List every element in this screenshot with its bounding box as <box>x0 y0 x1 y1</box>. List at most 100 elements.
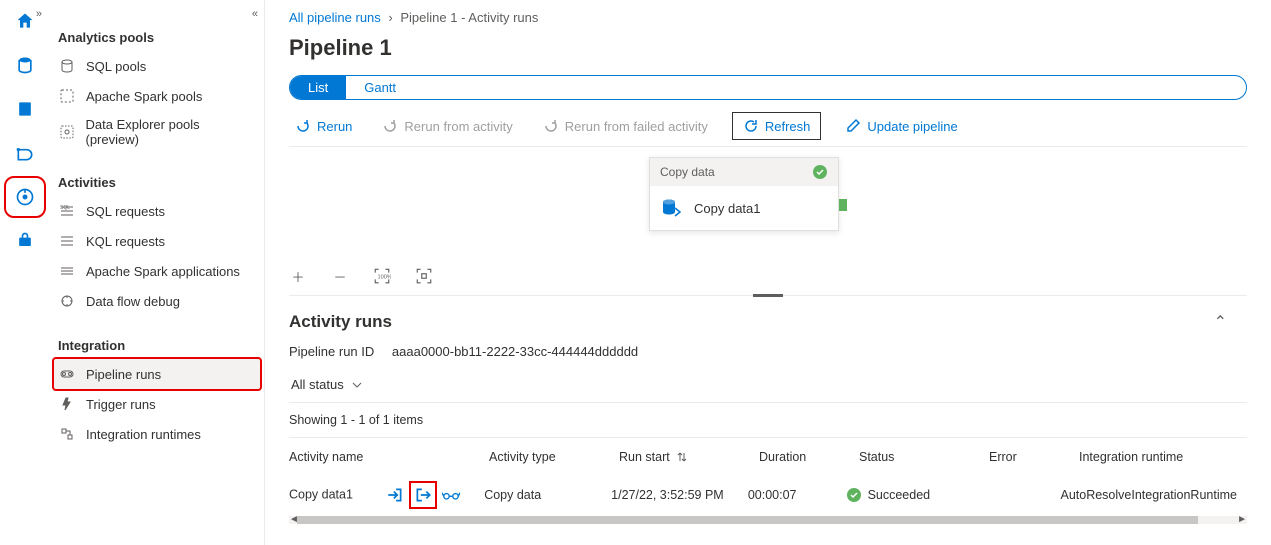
sidebar-item-label: SQL requests <box>86 204 165 219</box>
sidebar-header-analytics: Analytics pools <box>54 26 260 51</box>
data-explorer-icon <box>58 123 76 141</box>
rail-develop-icon[interactable] <box>12 96 38 122</box>
rail-home-icon[interactable] <box>12 8 38 34</box>
col-integration-runtime[interactable]: Integration runtime <box>1079 450 1247 464</box>
rail-data-icon[interactable] <box>12 52 38 78</box>
sidebar-item-label: Trigger runs <box>86 397 156 412</box>
zoom-reset-icon[interactable]: 100% <box>373 267 391 285</box>
popup-title: Copy data <box>660 165 715 179</box>
svg-text:SQL: SQL <box>60 205 70 211</box>
activity-popup[interactable]: Copy data Copy data1 <box>649 157 839 231</box>
breadcrumb-root[interactable]: All pipeline runs <box>289 10 381 25</box>
rail-manage-icon[interactable] <box>12 228 38 254</box>
canvas-controls: ＋ － 100% <box>289 257 1247 296</box>
breadcrumb: All pipeline runs › Pipeline 1 - Activit… <box>289 10 1247 25</box>
svg-text:100%: 100% <box>378 274 392 280</box>
sidebar-item-label: SQL pools <box>86 59 146 74</box>
sidebar-item-sql-pools[interactable]: SQL pools <box>54 51 260 81</box>
col-activity-name[interactable]: Activity name <box>289 450 489 464</box>
col-error[interactable]: Error <box>989 450 1079 464</box>
sidebar-item-kql-requests[interactable]: KQL requests <box>54 226 260 256</box>
page-title: Pipeline 1 <box>289 35 1247 61</box>
spark-apps-icon <box>58 262 76 280</box>
col-duration[interactable]: Duration <box>759 450 859 464</box>
col-run-start[interactable]: Run start <box>619 450 759 464</box>
details-glasses-icon[interactable] <box>442 486 460 504</box>
horizontal-scrollbar[interactable]: ◄ ► <box>289 516 1247 524</box>
cell-duration: 00:00:07 <box>748 488 846 502</box>
rerun-button[interactable]: Rerun <box>289 114 358 138</box>
cell-status: Succeeded <box>868 488 931 502</box>
pipeline-runs-icon <box>58 365 76 383</box>
sidebar-item-label: Apache Spark pools <box>86 89 202 104</box>
sidebar-item-dataflow-debug[interactable]: Data flow debug <box>54 286 260 316</box>
success-check-icon <box>812 164 828 180</box>
integration-runtimes-icon <box>58 425 76 443</box>
sidebar-header-integration: Integration <box>54 334 260 359</box>
sidebar-item-label: Pipeline runs <box>86 367 161 382</box>
sidebar-item-sql-requests[interactable]: SQL SQL requests <box>54 196 260 226</box>
kql-requests-icon <box>58 232 76 250</box>
sidebar-item-spark-apps[interactable]: Apache Spark applications <box>54 256 260 286</box>
sidebar-item-trigger-runs[interactable]: Trigger runs <box>54 389 260 419</box>
main-content: All pipeline runs › Pipeline 1 - Activit… <box>265 0 1271 545</box>
cell-activity-name: Copy data1 <box>289 487 353 501</box>
trigger-runs-icon <box>58 395 76 413</box>
view-toggle-list[interactable]: List <box>290 76 346 99</box>
rail-integrate-icon[interactable] <box>12 140 38 166</box>
table-header: Activity name Activity type Run start Du… <box>289 438 1247 476</box>
runid-label: Pipeline run ID <box>289 344 374 359</box>
expand-rail-icon[interactable]: » <box>36 8 42 20</box>
icon-rail: » <box>0 0 50 545</box>
sort-icon <box>676 451 688 463</box>
sidebar-item-label: Apache Spark applications <box>86 264 240 279</box>
rerun-from-failed-button: Rerun from failed activity <box>537 114 714 138</box>
sidebar-item-data-explorer-pools[interactable]: Data Explorer pools (preview) <box>54 111 260 153</box>
breadcrumb-current: Pipeline 1 - Activity runs <box>400 10 538 25</box>
input-icon[interactable] <box>386 486 404 504</box>
sidebar-item-spark-pools[interactable]: Apache Spark pools <box>54 81 260 111</box>
col-activity-type[interactable]: Activity type <box>489 450 619 464</box>
spark-pool-icon <box>58 87 76 105</box>
copy-data-icon <box>660 196 684 220</box>
popup-item-name: Copy data1 <box>694 201 761 216</box>
zoom-out-icon[interactable]: － <box>331 267 349 285</box>
status-filter-dropdown[interactable]: All status <box>289 373 1247 403</box>
sidebar-item-label: Integration runtimes <box>86 427 201 442</box>
table-row[interactable]: Copy data1 Copy data 1/27/22, 3:52:59 PM… <box>289 476 1247 516</box>
update-pipeline-button[interactable]: Update pipeline <box>839 114 963 138</box>
resize-grip[interactable] <box>753 294 783 297</box>
sidebar-item-label: Data Explorer pools (preview) <box>86 117 253 147</box>
collapse-sidebar-icon[interactable]: « <box>252 8 258 20</box>
sql-requests-icon: SQL <box>58 202 76 220</box>
connector-stub <box>839 199 847 211</box>
sidebar-item-integration-runtimes[interactable]: Integration runtimes <box>54 419 260 449</box>
cell-run-start: 1/27/22, 3:52:59 PM <box>611 488 748 502</box>
sidebar-item-pipeline-runs[interactable]: Pipeline runs <box>54 359 260 389</box>
refresh-button[interactable]: Refresh <box>732 112 822 140</box>
sidebar-item-label: Data flow debug <box>86 294 180 309</box>
sidebar-item-label: KQL requests <box>86 234 165 249</box>
breadcrumb-separator: › <box>388 10 392 25</box>
zoom-in-icon[interactable]: ＋ <box>289 267 307 285</box>
toolbar: Rerun Rerun from activity Rerun from fai… <box>289 112 1247 147</box>
dataflow-debug-icon <box>58 292 76 310</box>
chevron-down-icon <box>352 380 362 390</box>
sidebar-header-activities: Activities <box>54 171 260 196</box>
section-title: Activity runs <box>289 312 392 332</box>
sidebar: « Analytics pools SQL pools Apache Spark… <box>50 0 265 545</box>
zoom-fit-icon[interactable] <box>415 267 433 285</box>
status-success-icon <box>846 487 862 503</box>
output-icon[interactable] <box>414 486 432 504</box>
runid-value: aaaa0000-bb11-2222-33cc-444444dddddd <box>392 344 638 359</box>
rerun-from-activity-button: Rerun from activity <box>376 114 518 138</box>
view-toggle-gantt[interactable]: Gantt <box>346 76 414 99</box>
rail-monitor-icon[interactable] <box>12 184 38 210</box>
pipeline-canvas: Copy data Copy data1 <box>289 157 1247 257</box>
view-toggle: List Gantt <box>289 75 1247 100</box>
cell-integration-runtime: AutoResolveIntegrationRuntime <box>1060 488 1247 502</box>
col-status[interactable]: Status <box>859 450 989 464</box>
collapse-section-icon[interactable]: ⌃ <box>1214 312 1227 332</box>
result-count: Showing 1 - 1 of 1 items <box>289 403 1247 438</box>
cell-activity-type: Copy data <box>484 488 611 502</box>
